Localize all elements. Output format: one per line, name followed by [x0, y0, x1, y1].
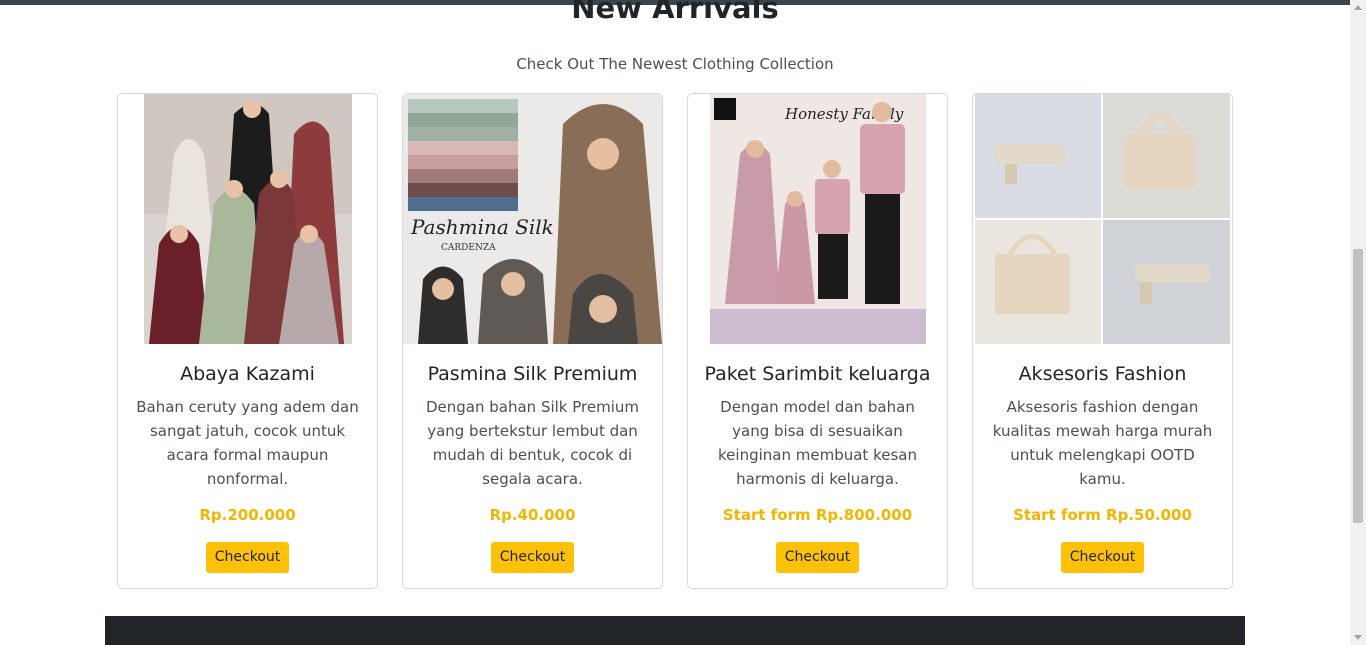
product-card: Pashmina Silk CARDENZA Pasmina Silk Prem…: [402, 93, 663, 589]
product-description: Bahan ceruty yang adem dan sangat jatuh,…: [136, 398, 359, 488]
checkout-button[interactable]: Checkout: [490, 542, 575, 573]
footer: [105, 616, 1245, 645]
product-card: Abaya Kazami Bahan ceruty yang adem dan …: [117, 93, 378, 589]
checkout-button[interactable]: Checkout: [205, 542, 290, 573]
scrollbar-thumb[interactable]: [1353, 249, 1363, 523]
product-description: Dengan model dan bahan yang bisa di sesu…: [718, 398, 917, 488]
product-price: Start form Rp.50.000: [1013, 506, 1192, 524]
product-name: Pasmina Silk Premium: [427, 363, 638, 385]
product-price: Start form Rp.800.000: [722, 506, 913, 524]
product-description: Aksesoris fashion dengan kualitas mewah …: [992, 398, 1213, 488]
hijab-photo: Pashmina Silk CARDENZA: [403, 94, 662, 344]
section-subtitle: Check Out The Newest Clothing Collection: [516, 55, 834, 73]
scroll-up-icon[interactable]: [1354, 5, 1362, 10]
product-name: Paket Sarimbit keluarga: [704, 363, 931, 385]
family-outfit-photo: Honesty Family: [709, 94, 926, 344]
bag-shoes-photo: [975, 94, 1230, 344]
product-price: Rp.40.000: [489, 506, 576, 524]
product-card: Aksesoris Fashion Aksesoris fashion deng…: [972, 93, 1233, 589]
product-description: Dengan bahan Silk Premium yang bertekstu…: [425, 398, 640, 488]
abaya-photo: [143, 94, 352, 344]
product-price: Rp.200.000: [199, 506, 296, 524]
section-title: New Arrivals: [571, 0, 779, 25]
product-card: Honesty Family Paket Sarimbit keluarga D…: [687, 93, 948, 589]
image-brand: CARDENZA: [441, 243, 496, 253]
checkout-button[interactable]: Checkout: [775, 542, 860, 573]
page: New Arrivals Check Out The Newest Clothi…: [0, 0, 1350, 645]
vertical-scrollbar[interactable]: [1350, 0, 1366, 645]
product-name: Aksesoris Fashion: [1018, 363, 1187, 385]
product-name: Abaya Kazami: [180, 363, 315, 385]
checkout-button[interactable]: Checkout: [1060, 542, 1145, 573]
scroll-down-icon[interactable]: [1354, 635, 1362, 640]
image-caption: Pashmina Silk: [410, 215, 554, 239]
